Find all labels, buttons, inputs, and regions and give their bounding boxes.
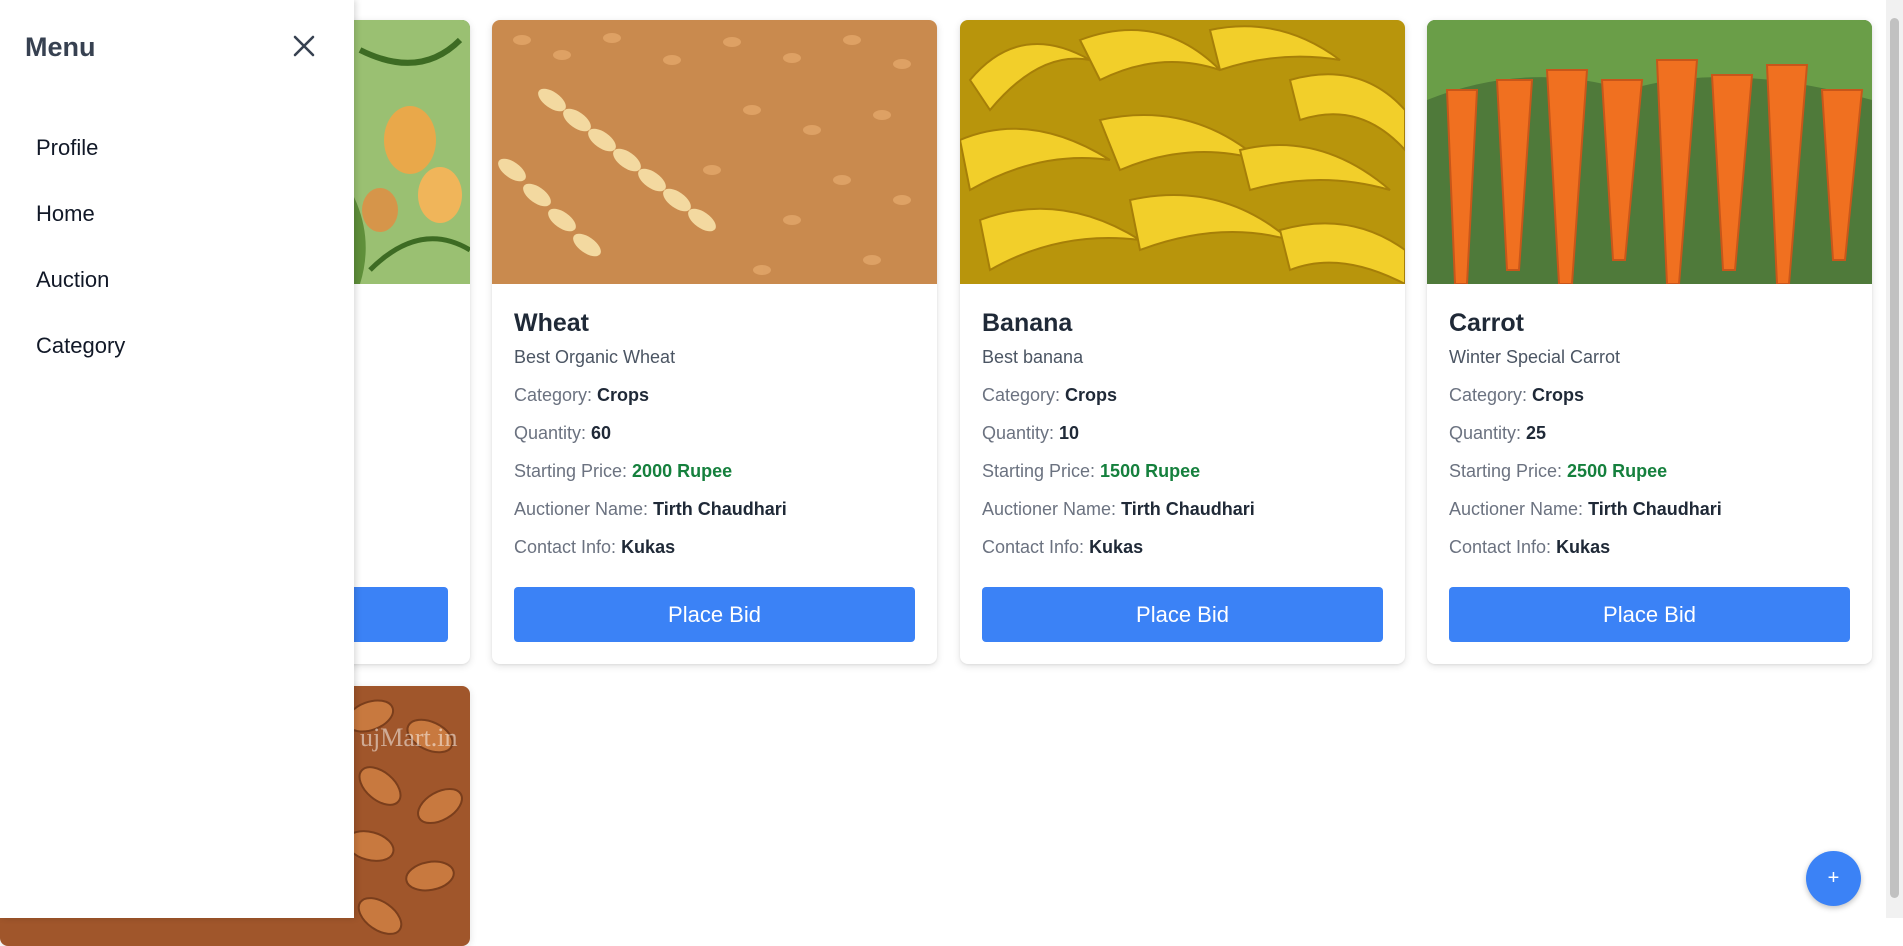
almond-watermark: ujMart.in (360, 723, 458, 752)
starting-price-label: Starting Price: (1449, 461, 1568, 481)
category-row: Category: Crops (982, 384, 1383, 406)
card-body: Carrot Winter Special Carrot Category: C… (1449, 308, 1850, 558)
sidebar-item-profile[interactable]: Profile (36, 135, 98, 161)
card-body: Banana Best banana Category: Crops Quant… (982, 308, 1383, 558)
quantity-value: 60 (591, 423, 612, 443)
place-bid-button[interactable]: Place Bid (982, 587, 1383, 642)
starting-price-row: Starting Price: 2000 Rupee (514, 460, 915, 482)
product-title: Wheat (514, 309, 589, 337)
product-card-banana: Banana Best banana Category: Crops Quant… (960, 20, 1405, 664)
wheat-image (492, 20, 937, 284)
product-card-wheat: Wheat Best Organic Wheat Category: Crops… (492, 20, 937, 664)
category-label: Category: (514, 385, 598, 405)
card-body: Wheat Best Organic Wheat Category: Crops… (514, 308, 915, 558)
auctioner-name-value: Tirth Chaudhari (1121, 499, 1255, 519)
product-title: Carrot (1449, 309, 1525, 337)
quantity-label: Quantity: (1449, 423, 1527, 443)
quantity-row: Quantity: 25 (1449, 422, 1850, 444)
quantity-value: 10 (1059, 423, 1080, 443)
category-row: Category: Crops (1449, 384, 1850, 406)
contact-info-label: Contact Info: (982, 537, 1090, 557)
auctioner-name-row: Auctioner Name: Tirth Chaudhari (514, 498, 915, 520)
auctioner-name-value: Tirth Chaudhari (653, 499, 787, 519)
contact-info-row: Contact Info: Kukas (982, 536, 1383, 558)
place-bid-button[interactable]: Place Bid (514, 587, 915, 642)
auctioner-name-value: Tirth Chaudhari (1588, 499, 1722, 519)
close-icon[interactable] (288, 30, 320, 62)
category-label: Category: (982, 385, 1066, 405)
sidebar-item-category[interactable]: Category (36, 333, 125, 359)
category-label: Category: (1449, 385, 1533, 405)
starting-price-value: 2000 Rupee (632, 461, 733, 481)
quantity-value: 25 (1526, 423, 1547, 443)
category-row: Category: Crops (514, 384, 915, 406)
place-bid-button[interactable]: Place Bid (1449, 587, 1850, 642)
starting-price-row: Starting Price: 1500 Rupee (982, 460, 1383, 482)
contact-info-row: Contact Info: Kukas (1449, 536, 1850, 558)
sidebar-item-home[interactable]: Home (36, 201, 95, 227)
add-product-button[interactable]: + (1806, 851, 1861, 906)
starting-price-label: Starting Price: (514, 461, 633, 481)
sidebar-menu: Menu Profile Home Auction Category (0, 0, 354, 918)
auctioner-name-row: Auctioner Name: Tirth Chaudhari (1449, 498, 1850, 520)
auctioner-name-label: Auctioner Name: (982, 499, 1122, 519)
starting-price-label: Starting Price: (982, 461, 1101, 481)
product-description: Best Organic Wheat (514, 347, 676, 367)
scrollbar[interactable] (1886, 0, 1903, 918)
starting-price-value: 2500 Rupee (1567, 461, 1668, 481)
menu-title: Menu (25, 32, 96, 62)
scrollbar-thumb[interactable] (1890, 18, 1899, 898)
carrot-image (1427, 20, 1872, 284)
category-value: Crops (1065, 385, 1118, 405)
sidebar-item-auction[interactable]: Auction (36, 267, 109, 293)
quantity-row: Quantity: 60 (514, 422, 915, 444)
product-description: Winter Special Carrot (1449, 347, 1621, 367)
starting-price-row: Starting Price: 2500 Rupee (1449, 460, 1850, 482)
contact-info-label: Contact Info: (514, 537, 622, 557)
quantity-row: Quantity: 10 (982, 422, 1383, 444)
contact-info-row: Contact Info: Kukas (514, 536, 915, 558)
product-title: Banana (982, 309, 1073, 337)
contact-info-value: Kukas (1556, 537, 1611, 557)
contact-info-label: Contact Info: (1449, 537, 1557, 557)
category-value: Crops (1532, 385, 1585, 405)
auctioner-name-label: Auctioner Name: (514, 499, 654, 519)
product-card-carrot: Carrot Winter Special Carrot Category: C… (1427, 20, 1872, 664)
quantity-label: Quantity: (982, 423, 1060, 443)
contact-info-value: Kukas (1089, 537, 1144, 557)
starting-price-value: 1500 Rupee (1100, 461, 1201, 481)
product-description: Best banana (982, 347, 1084, 367)
category-value: Crops (597, 385, 650, 405)
contact-info-value: Kukas (621, 537, 676, 557)
auctioner-name-row: Auctioner Name: Tirth Chaudhari (982, 498, 1383, 520)
auctioner-name-label: Auctioner Name: (1449, 499, 1589, 519)
banana-image (960, 20, 1405, 284)
quantity-label: Quantity: (514, 423, 592, 443)
